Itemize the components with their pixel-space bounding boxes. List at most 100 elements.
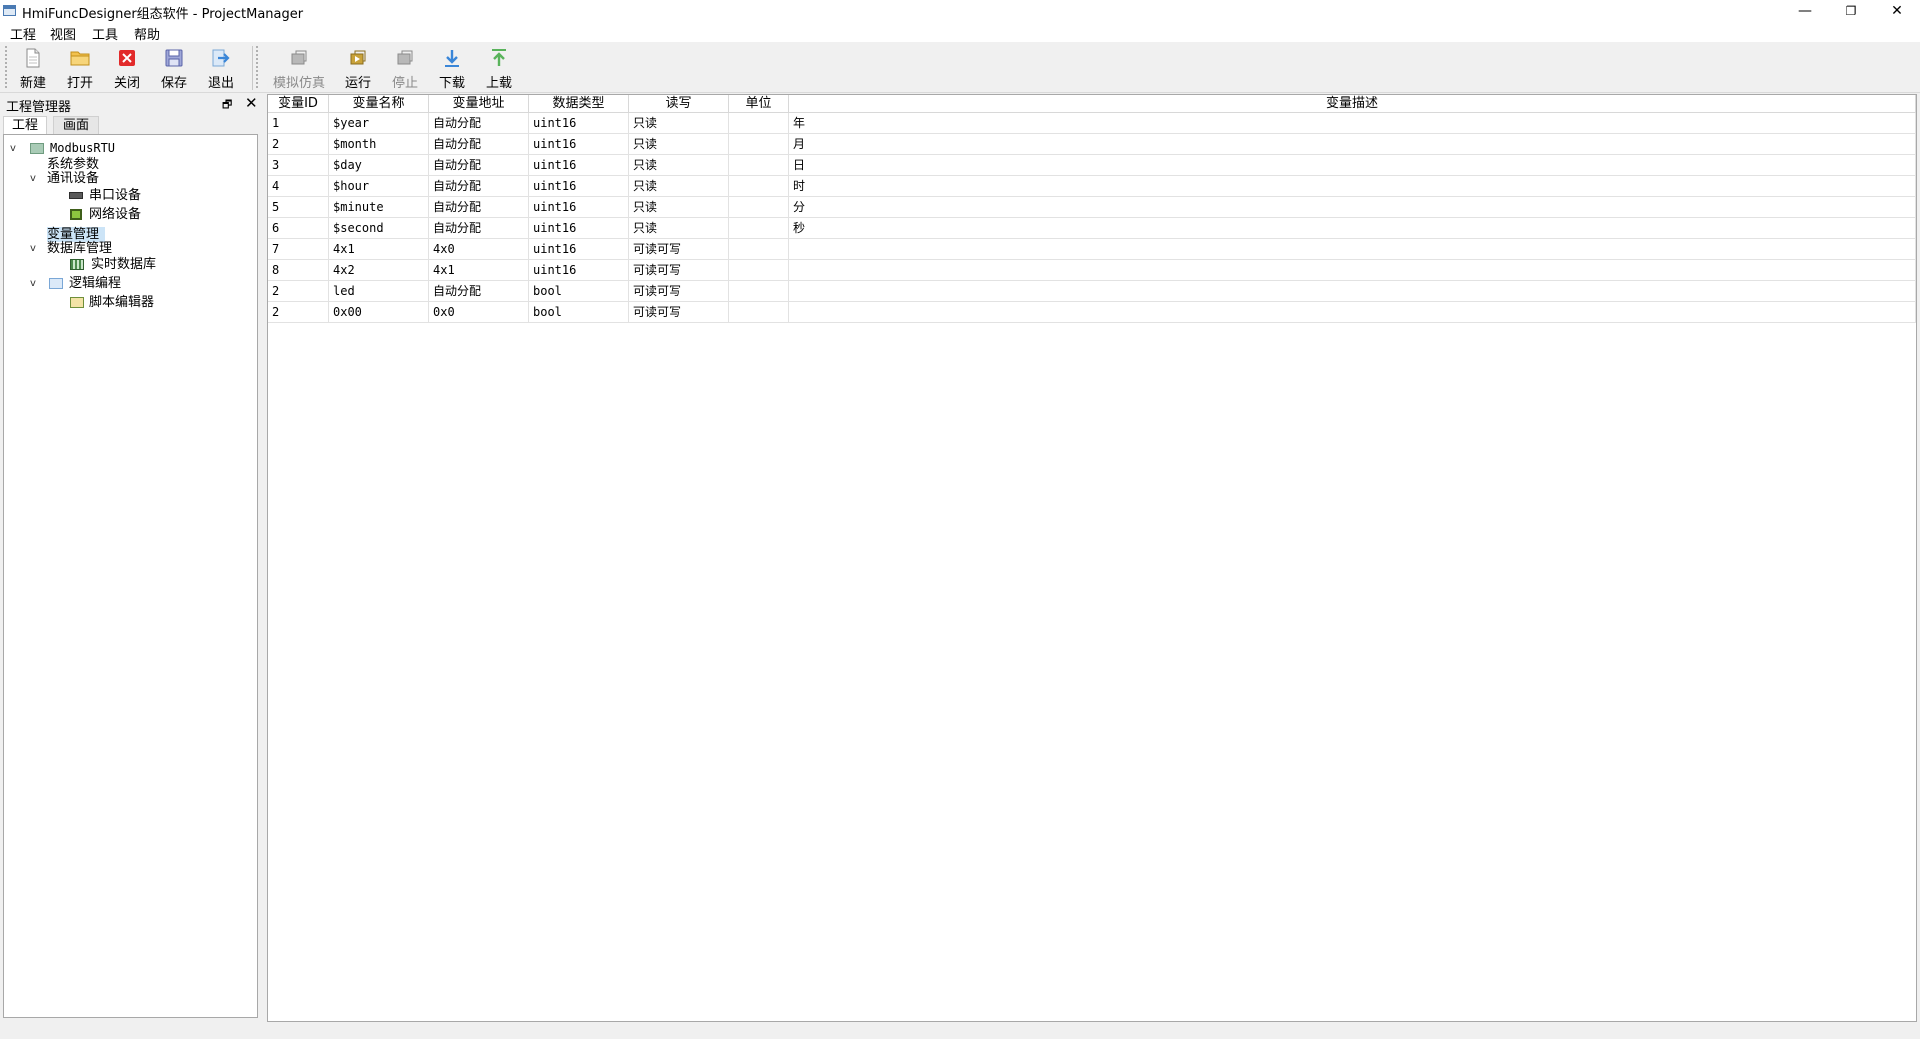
- new-button[interactable]: 新建: [11, 46, 55, 91]
- table-cell-unit[interactable]: [729, 155, 789, 176]
- table-cell-description[interactable]: [789, 260, 1916, 281]
- table-cell-description[interactable]: 日: [789, 155, 1916, 176]
- tab-screen[interactable]: 画面: [53, 116, 99, 134]
- table-cell-variable-id[interactable]: 6: [268, 218, 329, 239]
- table-cell-read-write[interactable]: 可读可写: [629, 281, 729, 302]
- header-col-variable-name[interactable]: 变量名称: [329, 95, 429, 113]
- table-cell-variable-address[interactable]: 自动分配: [429, 155, 529, 176]
- header-col-unit[interactable]: 单位: [729, 95, 789, 113]
- table-cell-read-write[interactable]: 只读: [629, 176, 729, 197]
- table-cell-read-write[interactable]: 可读可写: [629, 260, 729, 281]
- table-cell-read-write[interactable]: 可读可写: [629, 302, 729, 323]
- table-cell-variable-address[interactable]: 4x0: [429, 239, 529, 260]
- menu-project[interactable]: 工程: [10, 24, 36, 43]
- header-col-variable-address[interactable]: 变量地址: [429, 95, 529, 113]
- dock-float-icon[interactable]: 🗗: [222, 96, 232, 115]
- tab-project[interactable]: 工程: [3, 116, 47, 134]
- tree-node-script-editor[interactable]: 脚本编辑器: [8, 295, 248, 310]
- table-cell-unit[interactable]: [729, 113, 789, 134]
- dock-close-icon[interactable]: ✕: [245, 94, 258, 112]
- table-cell-unit[interactable]: [729, 218, 789, 239]
- table-cell-read-write[interactable]: 只读: [629, 113, 729, 134]
- header-col-description[interactable]: 变量描述: [789, 95, 1916, 113]
- table-cell-unit[interactable]: [729, 134, 789, 155]
- table-cell-variable-id[interactable]: 7: [268, 239, 329, 260]
- table-cell-variable-id[interactable]: 8: [268, 260, 329, 281]
- table-cell-data-type[interactable]: uint16: [529, 197, 629, 218]
- table-cell-variable-address[interactable]: 自动分配: [429, 197, 529, 218]
- table-cell-data-type[interactable]: uint16: [529, 239, 629, 260]
- expander-icon[interactable]: v: [10, 141, 16, 156]
- tree-node-modbusrtu[interactable]: v ModbusRTU: [8, 141, 248, 156]
- table-cell-unit[interactable]: [729, 239, 789, 260]
- toolbar-grip[interactable]: [5, 46, 10, 88]
- minimize-button[interactable]: —: [1782, 0, 1828, 22]
- table-cell-variable-id[interactable]: 4: [268, 176, 329, 197]
- table-cell-unit[interactable]: [729, 302, 789, 323]
- table-cell-data-type[interactable]: uint16: [529, 113, 629, 134]
- table-cell-description[interactable]: [789, 281, 1916, 302]
- table-cell-variable-address[interactable]: 自动分配: [429, 134, 529, 155]
- table-cell-read-write[interactable]: 只读: [629, 197, 729, 218]
- close-project-button[interactable]: 关闭: [105, 46, 149, 91]
- restore-button[interactable]: ❐: [1828, 0, 1874, 22]
- table-cell-data-type[interactable]: bool: [529, 281, 629, 302]
- run-button[interactable]: 运行: [336, 46, 380, 91]
- table-cell-variable-address[interactable]: 自动分配: [429, 218, 529, 239]
- table-cell-data-type[interactable]: uint16: [529, 155, 629, 176]
- table-cell-variable-name[interactable]: led: [329, 281, 429, 302]
- table-cell-variable-name[interactable]: $day: [329, 155, 429, 176]
- table-cell-variable-address[interactable]: 自动分配: [429, 176, 529, 197]
- table-cell-variable-address[interactable]: 自动分配: [429, 113, 529, 134]
- table-cell-description[interactable]: 月: [789, 134, 1916, 155]
- table-cell-variable-id[interactable]: 3: [268, 155, 329, 176]
- table-cell-data-type[interactable]: uint16: [529, 176, 629, 197]
- table-cell-unit[interactable]: [729, 281, 789, 302]
- table-cell-variable-address[interactable]: 0x0: [429, 302, 529, 323]
- table-cell-variable-name[interactable]: $month: [329, 134, 429, 155]
- table-cell-data-type[interactable]: uint16: [529, 134, 629, 155]
- menu-help[interactable]: 帮助: [134, 24, 160, 43]
- table-cell-variable-id[interactable]: 2: [268, 302, 329, 323]
- table-cell-description[interactable]: 秒: [789, 218, 1916, 239]
- header-col-variable-id[interactable]: 变量ID: [268, 95, 329, 113]
- simulate-button[interactable]: 模拟仿真: [270, 46, 328, 91]
- tree-node-comm-devices[interactable]: v 通讯设备: [8, 171, 248, 186]
- table-cell-variable-name[interactable]: $minute: [329, 197, 429, 218]
- table-cell-description[interactable]: 时: [789, 176, 1916, 197]
- table-cell-description[interactable]: 分: [789, 197, 1916, 218]
- tree-node-logic-programming[interactable]: v 逻辑编程: [8, 276, 248, 291]
- tree-node-database-manager[interactable]: v 数据库管理: [8, 241, 248, 256]
- header-col-data-type[interactable]: 数据类型: [529, 95, 629, 113]
- table-cell-variable-name[interactable]: $second: [329, 218, 429, 239]
- expander-icon[interactable]: v: [30, 171, 36, 186]
- table-cell-read-write[interactable]: 只读: [629, 134, 729, 155]
- table-cell-data-type[interactable]: uint16: [529, 218, 629, 239]
- table-cell-variable-address[interactable]: 4x1: [429, 260, 529, 281]
- table-cell-data-type[interactable]: uint16: [529, 260, 629, 281]
- table-cell-unit[interactable]: [729, 260, 789, 281]
- menu-tools[interactable]: 工具: [92, 24, 118, 43]
- expander-icon[interactable]: v: [30, 276, 36, 291]
- tree-node-network-device[interactable]: 网络设备: [8, 207, 248, 222]
- download-button[interactable]: 下载: [430, 46, 474, 91]
- table-cell-variable-name[interactable]: $year: [329, 113, 429, 134]
- tree-node-realtime-db[interactable]: 实时数据库: [8, 257, 248, 272]
- table-cell-variable-name[interactable]: 4x1: [329, 239, 429, 260]
- save-button[interactable]: 保存: [152, 46, 196, 91]
- stop-button[interactable]: 停止: [383, 46, 427, 91]
- table-cell-variable-id[interactable]: 1: [268, 113, 329, 134]
- table-cell-unit[interactable]: [729, 176, 789, 197]
- table-cell-variable-name[interactable]: $hour: [329, 176, 429, 197]
- header-col-read-write[interactable]: 读写: [629, 95, 729, 113]
- table-cell-variable-address[interactable]: 自动分配: [429, 281, 529, 302]
- exit-button[interactable]: 退出: [199, 46, 243, 91]
- table-cell-description[interactable]: [789, 239, 1916, 260]
- table-cell-description[interactable]: [789, 302, 1916, 323]
- tree-node-system-params[interactable]: 系统参数: [8, 157, 248, 172]
- table-cell-variable-id[interactable]: 2: [268, 134, 329, 155]
- close-window-button[interactable]: ✕: [1874, 0, 1920, 22]
- table-cell-variable-id[interactable]: 2: [268, 281, 329, 302]
- table-cell-description[interactable]: 年: [789, 113, 1916, 134]
- toolbar-grip-2[interactable]: [256, 46, 261, 88]
